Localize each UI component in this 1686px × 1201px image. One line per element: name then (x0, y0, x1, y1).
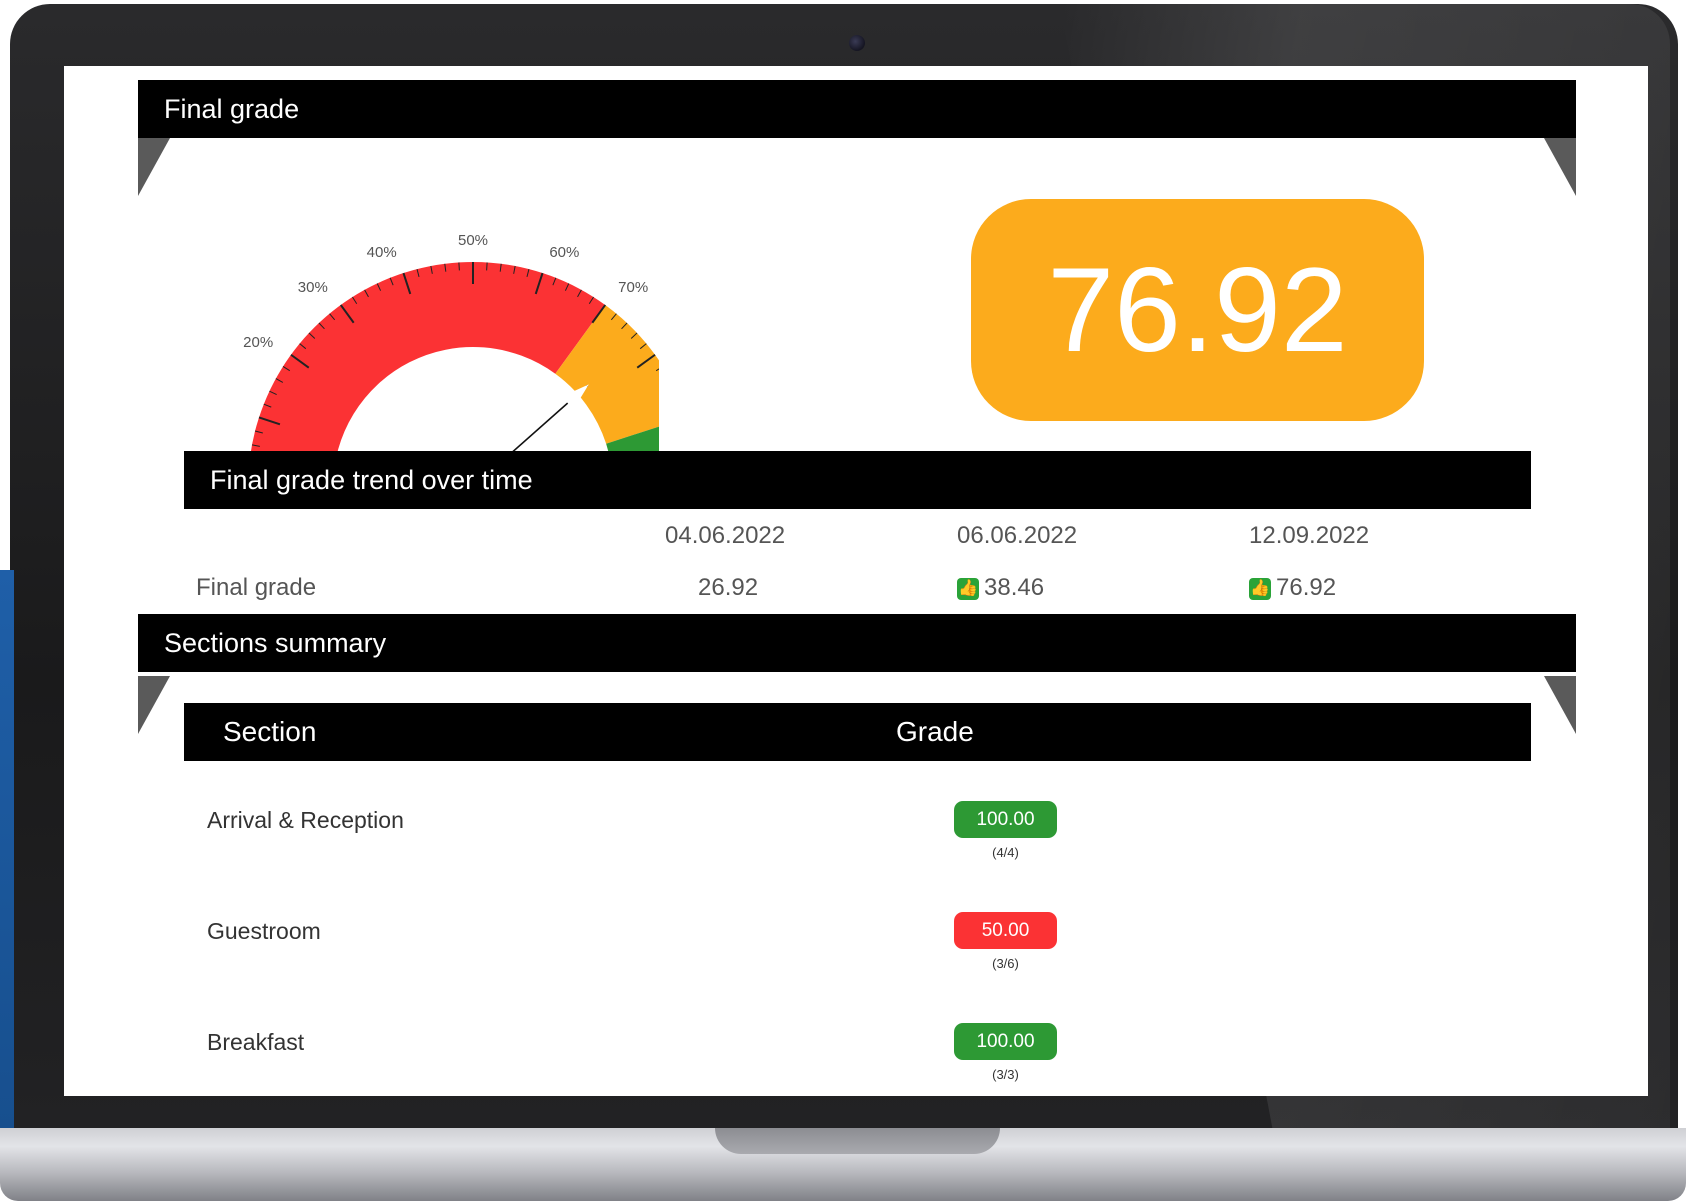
report-screen: Final grade 0%10%20%30%40%50%60%70%80%90… (64, 66, 1648, 1096)
grade-badge: 100.00 (954, 1023, 1057, 1060)
gauge-tick-label: 40% (367, 244, 397, 261)
gauge-tick-label: 70% (618, 279, 648, 296)
grade-ratio: (3/3) (992, 1067, 1019, 1082)
final-grade-header: Final grade (138, 80, 1576, 138)
trend-value-2-cell: 👍 38.46 (957, 574, 1044, 602)
gauge-minor-tick (458, 262, 460, 271)
trend-date-3: 12.09.2022 (1249, 522, 1370, 549)
gauge-tick-label: 50% (458, 232, 488, 249)
section-name: Breakfast (207, 1029, 305, 1055)
thumbs-up-icon: 👍 (1249, 578, 1271, 600)
trend-value-3-cell: 👍 76.92 (1249, 574, 1336, 602)
webcam-icon (849, 35, 865, 51)
gauge-tick-label: 20% (243, 334, 273, 351)
trend-header: Final grade trend over time (184, 451, 1531, 509)
thumbs-up-icon: 👍 (957, 578, 979, 600)
section-name: Arrival & Reception (207, 807, 404, 833)
trend-date-1: 04.06.2022 (665, 522, 786, 549)
final-grade-gauge: 0%10%20%30%40%50%60%70%80%90%100% (243, 232, 659, 488)
ribbon-fold-right (1544, 676, 1576, 734)
grade-ratio: (4/4) (992, 845, 1019, 860)
final-score-badge: 76.92 (971, 199, 1424, 421)
trend-row-label: Final grade (196, 574, 317, 601)
section-name: Guestroom (207, 918, 321, 944)
ribbon-fold-left (138, 676, 170, 734)
gauge-tick-label: 30% (298, 279, 328, 296)
trend-value-3: 76.92 (1276, 574, 1337, 601)
trend-date-2: 06.06.2022 (957, 522, 1078, 549)
grade-badge: 100.00 (954, 801, 1057, 838)
ribbon-fold-right (1544, 138, 1576, 196)
trend-value-2: 38.46 (984, 574, 1045, 601)
column-header-grade: Grade (896, 716, 974, 747)
sections-table-header: Section Grade (184, 703, 1531, 761)
laptop-notch (715, 1128, 1000, 1154)
background-strip (0, 570, 14, 1130)
gauge-minor-tick (486, 262, 488, 271)
column-header-section: Section (223, 716, 317, 747)
trend-value-1: 26.92 (698, 574, 759, 601)
grade-badge: 50.00 (954, 912, 1057, 949)
grade-ratio: (3/6) (992, 956, 1019, 971)
ribbon-fold-left (138, 138, 170, 196)
sections-summary-header: Sections summary (138, 614, 1576, 672)
gauge-tick-label: 60% (549, 244, 579, 261)
